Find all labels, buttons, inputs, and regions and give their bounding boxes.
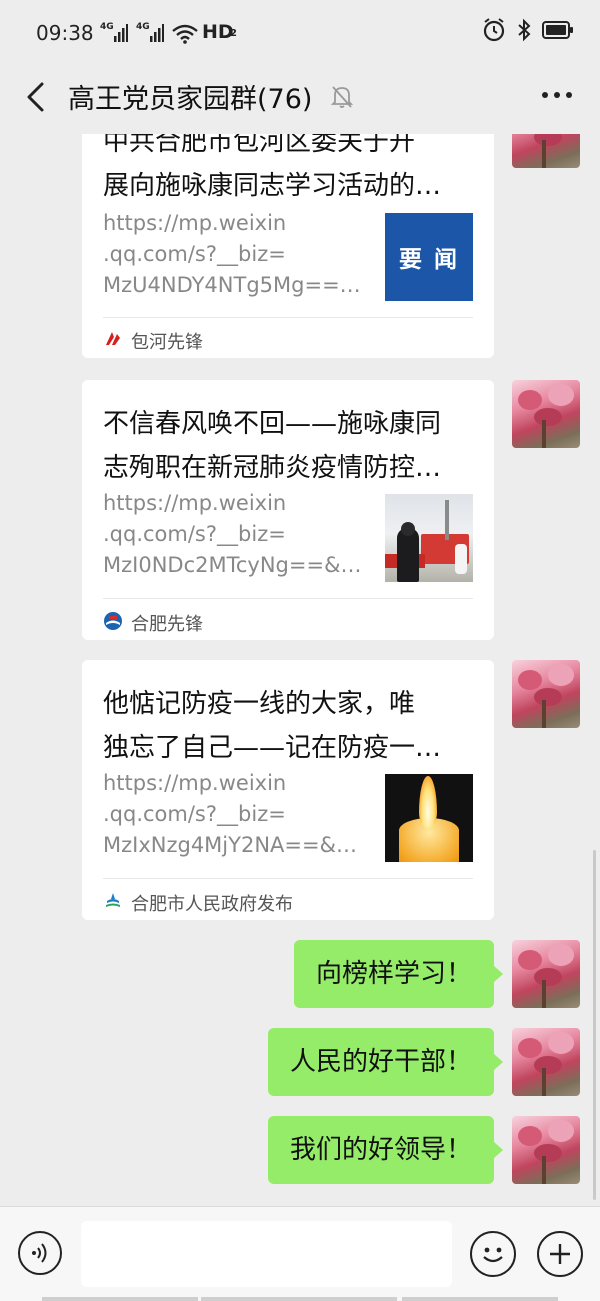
network-label: HD	[202, 21, 234, 43]
avatar[interactable]	[512, 1116, 580, 1184]
chat-header: 高王党员家园群(76)	[0, 64, 600, 134]
card-divider	[103, 598, 473, 599]
avatar[interactable]	[512, 940, 580, 1008]
status-bar: 09:38 4G 4G HD 2	[0, 0, 600, 64]
avatar[interactable]	[512, 660, 580, 728]
scrollbar[interactable]	[593, 850, 596, 1200]
back-icon[interactable]	[22, 80, 52, 114]
article-card[interactable]: 不信春风唤不回——施咏康同 志殉职在新冠肺炎疫情防控… https://mp.w…	[82, 380, 494, 640]
alarm-icon	[483, 18, 505, 42]
emoji-icon	[483, 1247, 503, 1263]
article-card[interactable]: 中共合肥市包河区委关于开 展向施咏康同志学习活动的… https://mp.we…	[82, 134, 494, 358]
signal-icon	[150, 24, 164, 42]
article-link: https://mp.weixin .qq.com/s?__biz= MzU4N…	[103, 211, 361, 297]
article-link: https://mp.weixin .qq.com/s?__biz= MzIxN…	[103, 771, 357, 857]
article-thumbnail	[385, 494, 473, 582]
source-logo-icon	[106, 332, 120, 345]
voice-button[interactable]	[18, 1231, 62, 1275]
article-thumbnail	[385, 774, 473, 862]
card-divider	[103, 878, 473, 879]
article-card[interactable]: 他惦记防疫一线的大家，唯 独忘了自己——记在防疫一… https://mp.we…	[82, 660, 494, 920]
plus-icon	[550, 1244, 570, 1264]
nav-indicator	[42, 1297, 198, 1301]
avatar[interactable]	[512, 380, 580, 448]
article-source: 合肥先锋	[131, 614, 203, 635]
chat-title: 高王党员家园群(76)	[68, 84, 313, 115]
article-title: 中共合肥市包河区委关于开 展向施咏康同志学习活动的…	[103, 134, 442, 201]
voice-icon	[32, 1243, 47, 1263]
card-divider	[103, 317, 473, 318]
source-logo-icon	[104, 612, 122, 630]
bluetooth-icon	[518, 18, 531, 42]
network-sub-label: 2	[230, 28, 237, 39]
chat-area[interactable]: 中共合肥市包河区委关于开 展向施咏康同志学习活动的… https://mp.we…	[0, 134, 600, 1206]
mute-bell-icon	[330, 86, 354, 108]
article-source: 包河先锋	[131, 332, 203, 353]
avatar[interactable]	[512, 1028, 580, 1096]
source-logo-icon	[106, 893, 120, 907]
avatar[interactable]	[512, 134, 580, 168]
input-bar	[0, 1206, 600, 1301]
more-functions-button[interactable]	[537, 1231, 583, 1277]
more-icon[interactable]	[542, 92, 572, 98]
nav-indicator	[201, 1297, 397, 1301]
article-source: 合肥市人民政府发布	[131, 894, 293, 915]
article-thumbnail: 要 闻	[385, 213, 473, 301]
emoji-button[interactable]	[470, 1231, 516, 1277]
article-link: https://mp.weixin .qq.com/s?__biz= MzI0N…	[103, 491, 362, 577]
article-title: 他惦记防疫一线的大家，唯 独忘了自己——记在防疫一…	[103, 689, 442, 763]
battery-icon	[542, 21, 573, 39]
sent-message[interactable]: 我们的好领导！	[267, 1116, 504, 1184]
sent-message[interactable]: 向榜样学习！	[293, 940, 504, 1008]
status-right	[482, 18, 574, 42]
signal-icon	[114, 24, 128, 42]
message-input[interactable]	[81, 1221, 452, 1287]
signal-2-label: 4G	[136, 22, 150, 32]
sent-message[interactable]: 人民的好干部！	[267, 1028, 504, 1096]
status-time: 09:38	[36, 21, 94, 45]
signal-1-label: 4G	[100, 22, 114, 32]
nav-indicator	[402, 1297, 558, 1301]
wifi-icon	[172, 24, 198, 44]
article-title: 不信春风唤不回——施咏康同 志殉职在新冠肺炎疫情防控…	[103, 409, 442, 483]
